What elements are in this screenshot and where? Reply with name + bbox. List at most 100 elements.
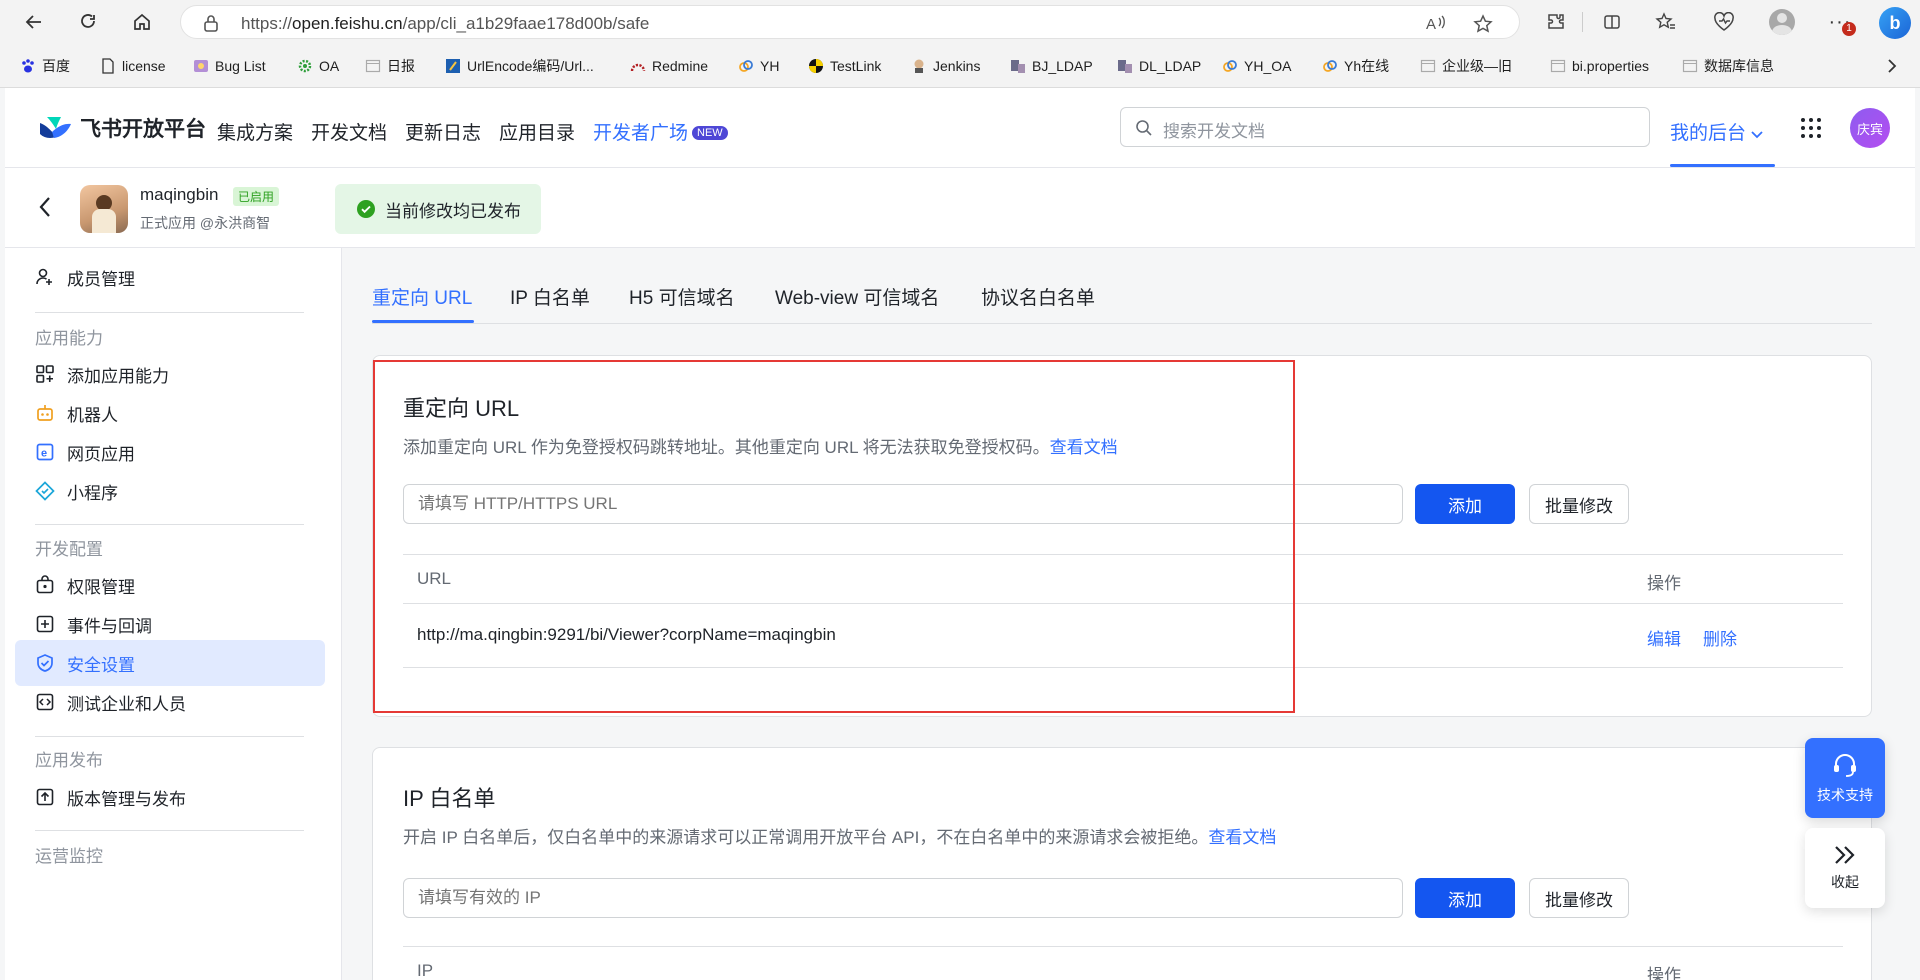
nav-docs[interactable]: 开发文档	[311, 118, 387, 145]
code-icon	[445, 58, 461, 74]
nav-app-directory[interactable]: 应用目录	[499, 118, 575, 145]
copilot-icon[interactable]: b	[1878, 6, 1912, 40]
user-avatar[interactable]: 庆宾	[1850, 108, 1890, 148]
address-bar[interactable]: https://open.feishu.cn/app/cli_a1b29faae…	[180, 5, 1520, 39]
extensions-icon[interactable]	[1542, 8, 1570, 36]
sidebar-item-label: 机器人	[67, 405, 118, 425]
bookmark-label: bi.properties	[1572, 58, 1650, 74]
app-grid-icon[interactable]	[1800, 117, 1822, 142]
search-placeholder: 搜索开发文档	[1163, 122, 1265, 141]
nav-solutions[interactable]: 集成方案	[217, 118, 293, 145]
redirect-add-button[interactable]: 添加	[1415, 484, 1515, 524]
nav-developer-plaza[interactable]: 开发者广场 NEW	[593, 118, 728, 145]
svg-text:e: e	[41, 448, 47, 460]
bookmark-item[interactable]: Bug List	[193, 55, 266, 77]
sidebar-item-label: 权限管理	[67, 577, 135, 597]
chevron-down-icon	[1751, 131, 1763, 139]
bookmark-item[interactable]: 数据库信息	[1682, 55, 1774, 77]
my-backend-menu[interactable]: 我的后台	[1670, 118, 1763, 145]
bookmark-item[interactable]: 百度	[20, 55, 70, 77]
lock-icon[interactable]	[203, 14, 219, 35]
bookmark-item[interactable]: BJ_LDAP	[1010, 55, 1093, 77]
back-arrow-icon[interactable]	[20, 8, 48, 36]
nav-changelog[interactable]: 更新日志	[405, 118, 481, 145]
bookmark-item[interactable]: OA	[297, 55, 339, 77]
read-aloud-icon[interactable]: A	[1426, 14, 1446, 35]
bookmark-item[interactable]: 企业级—旧	[1420, 55, 1512, 77]
bookmark-item[interactable]: license	[100, 55, 166, 77]
bookmark-item[interactable]: Redmine	[630, 55, 708, 77]
ip-input[interactable]	[403, 878, 1403, 918]
web-app-icon: e	[36, 443, 54, 461]
bookmark-item[interactable]: Jenkins	[911, 55, 980, 77]
tab-ip-whitelist[interactable]: IP 白名单	[510, 283, 590, 310]
bookmark-item[interactable]: 日报	[365, 55, 415, 77]
back-chevron-icon[interactable]	[38, 196, 52, 221]
ldap-icon	[1117, 58, 1133, 74]
bookmark-label: DL_LDAP	[1139, 58, 1202, 74]
site-header: 飞书开放平台 集成方案 开发文档 更新日志 应用目录 开发者广场 NEW 搜索开发…	[5, 88, 1915, 168]
tab-active-indicator	[372, 320, 474, 323]
bookmark-item[interactable]: TestLink	[808, 55, 881, 77]
redmine-icon	[630, 58, 646, 74]
column-header-action: 操作	[1647, 574, 1681, 593]
bookmark-item[interactable]: UrlEncode编码/Url...	[445, 55, 594, 77]
ip-card-desc: 开启 IP 白名单后，仅白名单中的来源请求可以正常调用开放平台 API，不在白名…	[403, 823, 1276, 848]
publish-state-text: 当前修改均已发布	[385, 201, 521, 221]
bookmarks-bar: 百度 license Bug List OA 日报 UrlEncode编码/Url... R…	[0, 50, 1920, 82]
profile-icon[interactable]	[1768, 8, 1796, 36]
tab-protocol-whitelist[interactable]: 协议名白名单	[981, 283, 1095, 310]
event-icon	[36, 615, 54, 633]
sidebar-item-mini-program[interactable]: 小程序	[15, 468, 325, 514]
sidebar-divider	[35, 312, 304, 313]
tech-support-button[interactable]: 技术支持	[1805, 738, 1885, 818]
tech-support-label: 技术支持	[1817, 787, 1873, 803]
page-icon	[1682, 58, 1698, 74]
home-icon[interactable]	[128, 8, 156, 36]
bookmark-label: BJ_LDAP	[1032, 58, 1093, 74]
search-icon	[1135, 119, 1153, 140]
sidebar-divider	[35, 830, 304, 831]
bug-icon	[193, 58, 209, 74]
edit-link[interactable]: 编辑	[1647, 625, 1681, 650]
bookmarks-overflow-icon[interactable]	[1878, 52, 1906, 80]
paw-icon	[20, 58, 36, 74]
doc-search[interactable]: 搜索开发文档	[1120, 107, 1650, 147]
ip-add-button[interactable]: 添加	[1415, 878, 1515, 918]
browser-essentials-icon[interactable]	[1710, 8, 1738, 36]
sidebar-item-version-release[interactable]: 版本管理与发布	[15, 774, 325, 820]
sidebar-item-test-tenants[interactable]: 测试企业和人员	[15, 679, 325, 725]
column-header-action: 操作	[1647, 966, 1681, 980]
bookmark-item[interactable]: DL_LDAP	[1117, 55, 1201, 77]
bookmark-item[interactable]: YH	[738, 55, 779, 77]
ip-doc-link[interactable]: 查看文档	[1208, 828, 1276, 847]
bookmark-item[interactable]: bi.properties	[1550, 55, 1649, 77]
tab-redirect-url[interactable]: 重定向 URL	[372, 283, 472, 310]
favorite-star-icon[interactable]	[1473, 14, 1493, 37]
url-path: /app/cli_a1b29faae178d00b/safe	[402, 14, 650, 33]
tab-h5-domains[interactable]: H5 可信域名	[629, 283, 735, 310]
page-icon	[1420, 58, 1436, 74]
delete-link[interactable]: 删除	[1703, 625, 1737, 650]
tab-webview-domains[interactable]: Web-view 可信域名	[775, 283, 939, 310]
robot-icon	[37, 405, 53, 421]
feishu-logo[interactable]: 飞书开放平台	[38, 113, 206, 143]
split-screen-icon[interactable]	[1598, 8, 1626, 36]
redirect-batch-edit-button[interactable]: 批量修改	[1529, 484, 1629, 524]
bookmark-item[interactable]: YH_OA	[1222, 55, 1291, 77]
sidebar-item-label: 测试企业和人员	[67, 694, 186, 714]
bookmark-label: 百度	[42, 58, 70, 74]
bookmark-label: UrlEncode编码/Url...	[467, 58, 594, 74]
collapse-button[interactable]: 收起	[1805, 828, 1885, 908]
rings-icon	[1222, 58, 1238, 74]
nav-developer-plaza-label: 开发者广场	[593, 123, 689, 144]
bookmark-item[interactable]: Yh在线	[1322, 55, 1389, 77]
reload-icon[interactable]	[74, 8, 102, 36]
ip-batch-edit-button[interactable]: 批量修改	[1529, 878, 1629, 918]
bookmark-label: YH_OA	[1244, 58, 1292, 74]
url-host: open.feishu.cn	[292, 14, 403, 33]
sidebar-item-members[interactable]: 成员管理	[15, 254, 325, 300]
favorites-icon[interactable]	[1652, 8, 1680, 36]
publish-state-banner: 当前修改均已发布	[335, 184, 541, 234]
testlink-icon	[808, 58, 824, 74]
